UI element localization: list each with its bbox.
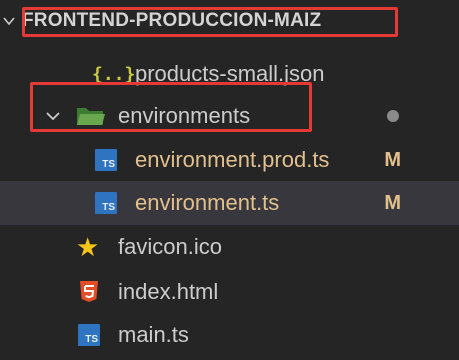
- tree-item-environment-ts[interactable]: TS environment.ts M: [0, 181, 459, 225]
- file-explorer: FRONTEND-PRODUCCION-MAIZ {..} products-s…: [0, 0, 459, 360]
- tree-item-environment-prod-ts[interactable]: TS environment.prod.ts M: [0, 138, 459, 182]
- tree-item-main-ts[interactable]: TS main.ts: [0, 313, 459, 357]
- html5-icon: [80, 281, 98, 302]
- folder-open-icon: [77, 108, 105, 125]
- workspace-header[interactable]: FRONTEND-PRODUCCION-MAIZ: [0, 0, 459, 44]
- json-icon: {..}: [92, 63, 136, 85]
- tree-item-label: favicon.ico: [118, 234, 222, 259]
- modified-badge: M: [384, 191, 401, 214]
- modified-dot-indicator: [387, 110, 399, 122]
- tree-item-label: main.ts: [118, 322, 189, 347]
- chevron-down-icon[interactable]: [44, 107, 62, 125]
- highlight-box-header: [22, 7, 398, 37]
- tree-item-label: environment.ts: [135, 190, 280, 215]
- typescript-icon: TS: [95, 192, 117, 214]
- typescript-icon: TS: [95, 149, 117, 171]
- modified-badge: M: [384, 148, 401, 171]
- star-icon: ★: [76, 232, 100, 262]
- tree-item-favicon-ico[interactable]: ★ favicon.ico: [0, 225, 459, 269]
- tree-item-label: environment.prod.ts: [135, 147, 330, 172]
- tree-item-label: index.html: [118, 279, 219, 304]
- typescript-icon: TS: [78, 324, 100, 346]
- tree-item-products-small-json[interactable]: {..} products-small.json: [0, 52, 459, 96]
- tree-item-label: environments: [118, 103, 251, 128]
- tree-item-label: products-small.json: [135, 61, 325, 86]
- chevron-down-icon[interactable]: [2, 14, 16, 28]
- tree-item-index-html[interactable]: index.html: [0, 270, 459, 314]
- tree-item-environments-folder[interactable]: environments: [0, 94, 459, 138]
